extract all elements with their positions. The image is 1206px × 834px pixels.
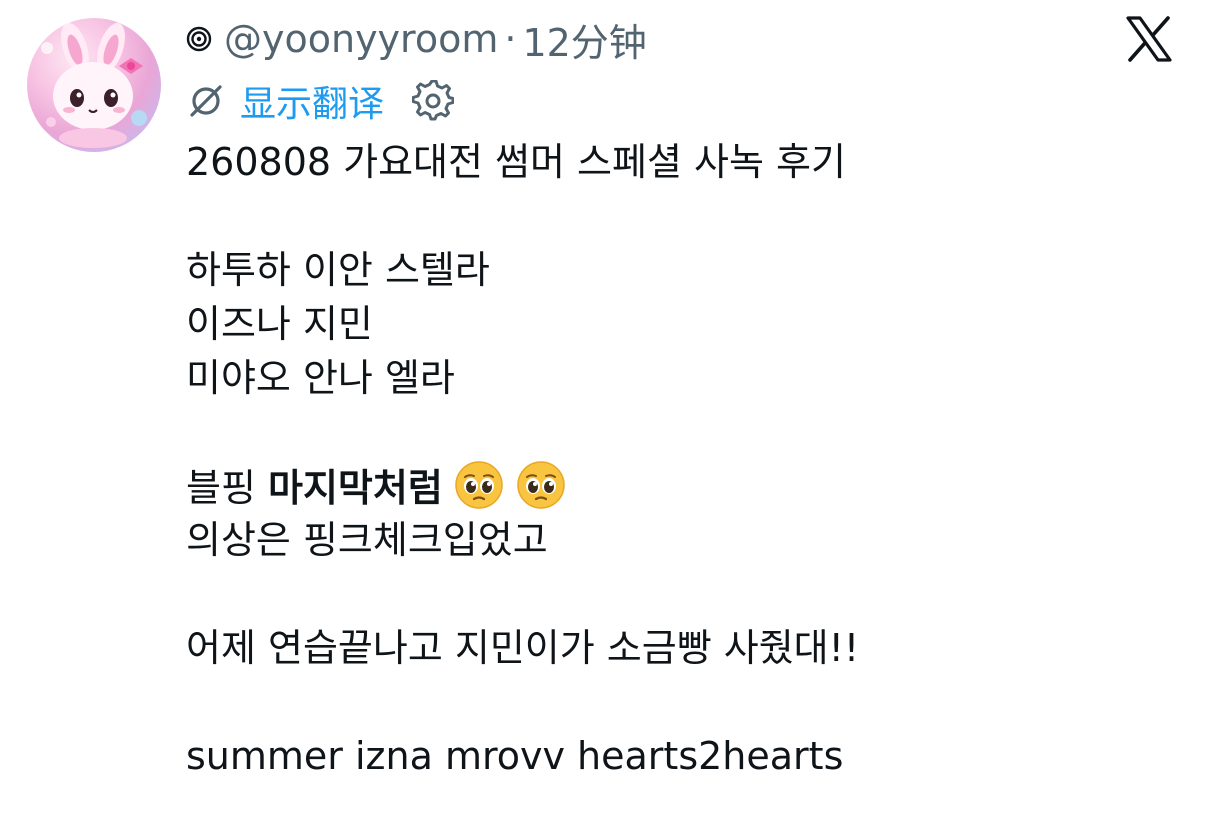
post-line-with-emoji: 블핑 마지막처럼 (186, 459, 1176, 513)
avatar[interactable] (27, 18, 161, 152)
separator-dot: · (504, 17, 517, 61)
gear-icon[interactable] (412, 80, 455, 122)
pleading-face-emoji (517, 461, 565, 509)
post-line: 260808 가요대전 썸머 스페셜 사녹 후기 (186, 140, 846, 184)
post-line: summer izna mrovv hearts2hearts (186, 734, 844, 778)
translate-slash-icon (190, 85, 222, 117)
spiral-icon (186, 26, 212, 52)
show-translation-link[interactable]: 显示翻译 (240, 75, 384, 127)
tweet-header: @yoonyyroom · 12分钟 (186, 12, 647, 67)
tweet-card: @yoonyyroom · 12分钟 显示翻译 260808 가요대전 썸머 스… (0, 0, 1206, 834)
post-line: 의상은 핑크체크입었고 (186, 518, 548, 562)
post-line: 이즈나 지민 (186, 302, 373, 346)
tweet-body: 260808 가요대전 썸머 스페셜 사녹 후기 하투하 이안 스텔라 이즈나 … (186, 135, 1176, 783)
post-line: 어제 연습끝나고 지민이가 소금빵 사줬대!! (186, 626, 860, 670)
x-logo-icon[interactable] (1124, 14, 1174, 64)
post-time[interactable]: 12分钟 (522, 12, 646, 67)
post-line: 미야오 안나 엘라 (186, 356, 455, 400)
avatar-bunny-image (41, 22, 147, 148)
author-handle[interactable]: @yoonyyroom (224, 17, 498, 61)
post-line: 하투하 이안 스텔라 (186, 248, 490, 292)
pleading-face-emoji (455, 461, 503, 509)
post-bold-text: 마지막처럼 (268, 466, 443, 510)
post-text: 블핑 (186, 466, 268, 510)
translate-row: 显示翻译 (186, 75, 455, 127)
